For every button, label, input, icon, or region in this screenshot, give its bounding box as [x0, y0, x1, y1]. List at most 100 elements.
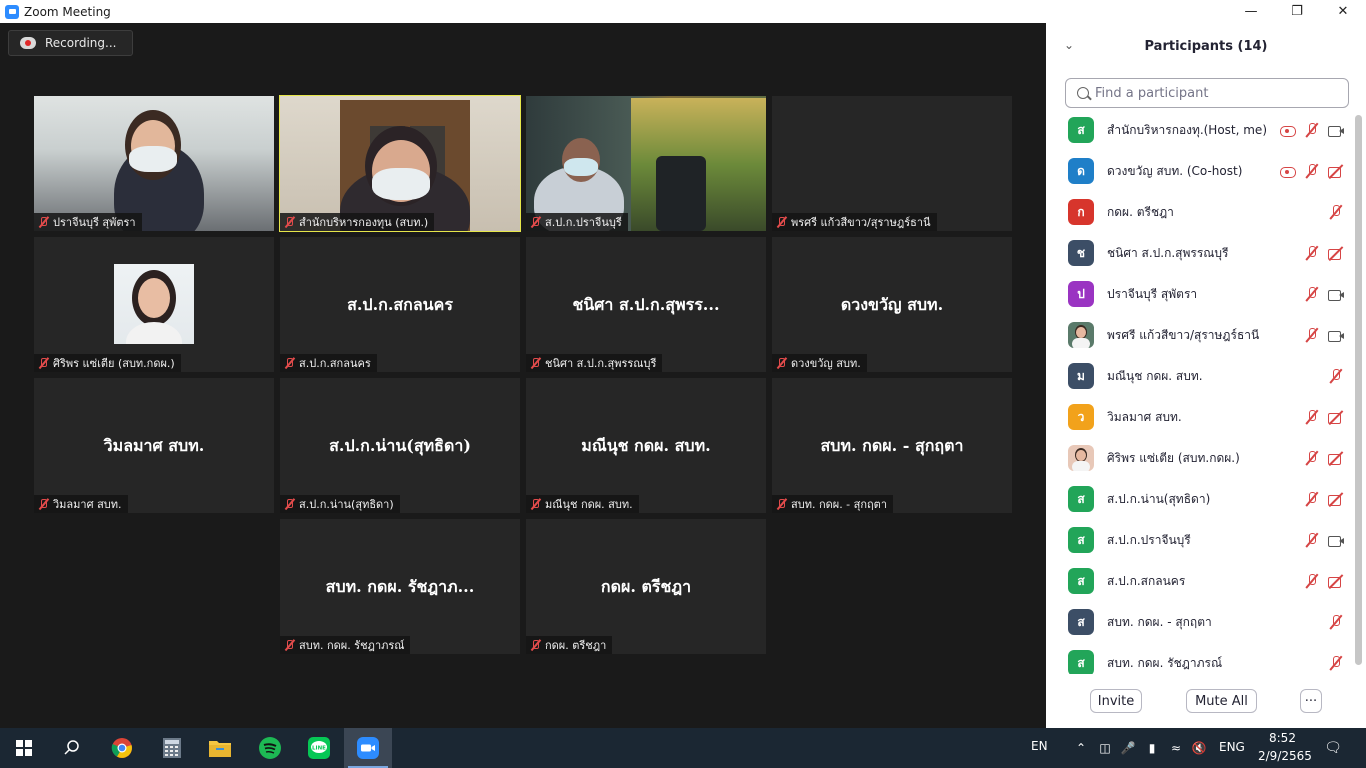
video-off-icon[interactable] [1327, 244, 1345, 262]
participant-row[interactable]: ส สำนักบริหารกองทุ... (Host, me) [1046, 110, 1351, 150]
video-tile[interactable]: ดวงขวัญ สบท. ดวงขวัญ สบท. [772, 237, 1012, 372]
taskbar-search-button[interactable] [48, 728, 96, 768]
start-button[interactable] [0, 728, 48, 768]
video-off-icon[interactable] [1327, 449, 1345, 467]
video-tile[interactable]: ส.ป.ก.สกลนคร ส.ป.ก.สกลนคร [280, 237, 520, 372]
video-tile[interactable]: พรศรี แก้วสีขาว/สุราษฎร์ธานี [772, 96, 1012, 231]
wifi-icon[interactable]: ≈ [1168, 740, 1184, 756]
taskbar-spotify[interactable] [246, 728, 294, 768]
taskbar-chrome[interactable] [98, 728, 146, 768]
video-camera-icon[interactable] [1327, 326, 1345, 344]
participant-name: ศิริพร แซ่เตีย (สบท.กดผ.) [1107, 450, 1240, 465]
mic-muted-icon[interactable] [1327, 613, 1345, 631]
more-options-button[interactable]: ··· [1300, 689, 1322, 713]
video-camera-icon[interactable] [1327, 121, 1345, 139]
mic-muted-icon[interactable] [1327, 203, 1345, 221]
zoom-app-icon [5, 4, 19, 19]
video-tile[interactable]: ศิริพร แซ่เตีย (สบท.กดผ.) [34, 237, 274, 372]
microphone-icon[interactable]: 🎤 [1120, 740, 1136, 756]
mic-muted-icon[interactable] [1303, 244, 1321, 262]
participant-name: สำนักบริหารกองทุ... [1107, 122, 1204, 137]
video-camera-icon[interactable] [1327, 285, 1345, 303]
input-language[interactable]: ENG [1219, 740, 1245, 754]
chrome-icon [111, 738, 132, 758]
participant-row[interactable]: ส สบท. กดผ. - สุกฤตา [1046, 602, 1351, 642]
participant-row[interactable]: ส สบท. กดผ. รัชฎาภรณ์ [1046, 643, 1351, 674]
mic-muted-icon[interactable] [1303, 490, 1321, 508]
taskbar-zoom[interactable] [344, 728, 392, 768]
participant-search[interactable] [1065, 78, 1349, 108]
video-off-icon[interactable] [1327, 572, 1345, 590]
battery-icon[interactable]: ▮ [1144, 740, 1160, 756]
video-tile[interactable]: ส.ป.ก.ปราจีนบุรี [526, 96, 766, 231]
video-tile[interactable]: สำนักบริหารกองทุน (สบท.) [279, 95, 521, 232]
video-off-icon[interactable] [1327, 162, 1345, 180]
video-tile[interactable]: วิมลมาศ สบท. วิมลมาศ สบท. [34, 378, 274, 513]
participant-status-icons [1273, 285, 1345, 303]
participant-row[interactable]: ศิริพร แซ่เตีย (สบท.กดผ.) [1046, 438, 1351, 478]
minimize-icon: — [1244, 4, 1258, 19]
video-tile[interactable]: สบท. กดผ. - สุกฤตา สบท. กดผ. - สุกฤตา [772, 378, 1012, 513]
participant-row[interactable]: ส ส.ป.ก.สกลนคร [1046, 561, 1351, 601]
participant-row[interactable]: พรศรี แก้วสีขาว/สุราษฎร์ธานี [1046, 315, 1351, 355]
participant-name: พรศรี แก้วสีขาว/สุราษฎร์ธานี [1107, 327, 1260, 342]
mic-muted-icon[interactable] [1303, 121, 1321, 139]
tile-display-name: กดผ. ตรีชฎา [600, 577, 692, 596]
minimize-button[interactable]: — [1228, 0, 1274, 23]
mic-muted-icon[interactable] [1303, 449, 1321, 467]
video-off-icon[interactable] [1327, 490, 1345, 508]
video-tile[interactable]: มณีนุช กดผ. สบท. มณีนุช กดผ. สบท. [526, 378, 766, 513]
invite-button[interactable]: Invite [1090, 689, 1142, 713]
video-tile[interactable]: สบท. กดผ. รัชฎาภ... สบท. กดผ. รัชฎาภรณ์ [280, 519, 520, 654]
video-camera-icon[interactable] [1327, 531, 1345, 549]
participant-row[interactable]: ป ปราจีนบุรี สุพัตรา [1046, 274, 1351, 314]
participant-search-input[interactable] [1095, 85, 1325, 101]
video-off-icon[interactable] [1327, 408, 1345, 426]
chevron-down-icon[interactable]: ⌄ [1064, 38, 1074, 52]
participant-row[interactable]: ก กดผ. ตรีชฎา [1046, 192, 1351, 232]
recording-icon[interactable] [1279, 162, 1297, 180]
restore-button[interactable]: ❐ [1274, 0, 1320, 23]
tile-participant-name: สำนักบริหารกองทุน (สบท.) [299, 216, 429, 229]
participant-row[interactable]: ม มณีนุช กดผ. สบท. [1046, 356, 1351, 396]
participant-list-scrollbar[interactable] [1355, 115, 1362, 665]
participant-name: สบท. กดผ. - สุกฤตา [1107, 614, 1212, 629]
video-tile[interactable]: กดผ. ตรีชฎา กดผ. ตรีชฎา [526, 519, 766, 654]
mic-muted-icon[interactable] [1303, 162, 1321, 180]
mic-muted-icon[interactable] [1303, 326, 1321, 344]
chevron-up-icon[interactable]: ⌃ [1073, 740, 1089, 756]
mic-muted-icon[interactable] [1303, 408, 1321, 426]
participant-row[interactable]: ว วิมลมาศ สบท. [1046, 397, 1351, 437]
mute-all-button[interactable]: Mute All [1186, 689, 1257, 713]
svg-text:LINE: LINE [312, 746, 326, 752]
avatar [1068, 445, 1094, 471]
search-icon [64, 740, 79, 755]
taskbar-language[interactable]: EN [1031, 739, 1048, 753]
close-button[interactable]: ✕ [1320, 0, 1366, 23]
network-adapter-icon[interactable]: ◫ [1097, 740, 1113, 756]
restore-icon: ❐ [1291, 4, 1303, 19]
participant-row[interactable]: ส ส.ป.ก.น่าน(สุทธิดา) [1046, 479, 1351, 519]
participant-row[interactable]: ส ส.ป.ก.ปราจีนบุรี [1046, 520, 1351, 560]
recording-icon[interactable] [1279, 121, 1297, 139]
participant-row[interactable]: ช ชนิศา ส.ป.ก.สุพรรณบุรี [1046, 233, 1351, 273]
participant-row[interactable]: ด ดวงขวัญ สบท. (Co-host) [1046, 151, 1351, 191]
clock-time[interactable]: 8:52 [1269, 731, 1296, 745]
taskbar-line[interactable]: LINE [295, 728, 343, 768]
clock-date[interactable]: 2/9/2565 [1258, 749, 1312, 763]
video-tile[interactable]: ชนิศา ส.ป.ก.สุพรร... ชนิศา ส.ป.ก.สุพรรณบุ… [526, 237, 766, 372]
mic-muted-icon[interactable] [1303, 285, 1321, 303]
mic-muted-icon[interactable] [1303, 531, 1321, 549]
mic-muted-icon [37, 498, 49, 510]
mic-muted-icon[interactable] [1303, 572, 1321, 590]
avatar: ส [1068, 650, 1094, 674]
mic-muted-icon[interactable] [1327, 367, 1345, 385]
taskbar-file-explorer[interactable] [196, 728, 244, 768]
taskbar-calculator[interactable] [148, 728, 196, 768]
speaker-muted-icon[interactable]: 🔇 [1191, 740, 1207, 756]
recording-indicator[interactable]: Recording... [8, 30, 133, 56]
mic-muted-icon[interactable] [1327, 654, 1345, 672]
video-tile[interactable]: ส.ป.ก.น่าน(สุทธิดา) ส.ป.ก.น่าน(สุทธิดา) [280, 378, 520, 513]
video-tile[interactable]: ปราจีนบุรี สุพัตรา [34, 96, 274, 231]
notification-center-icon[interactable]: 🗨 [1324, 740, 1342, 756]
